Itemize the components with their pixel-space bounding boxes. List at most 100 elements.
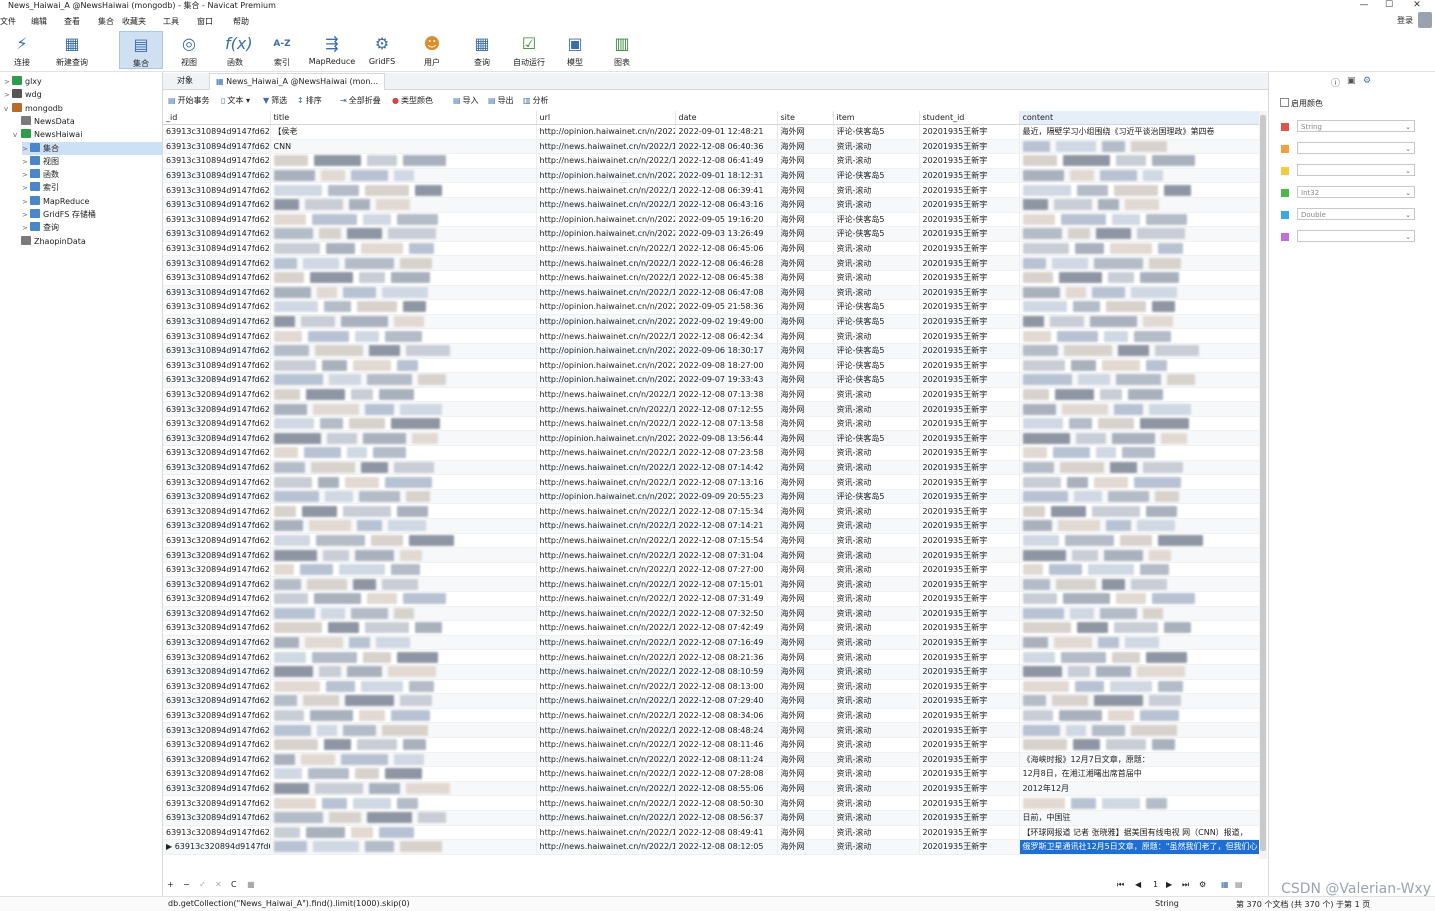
cell-site[interactable]: 海外网 (777, 708, 834, 724)
type-select[interactable]: Double ⌄ (1297, 208, 1415, 220)
cell-item[interactable]: 资讯-滚动 (833, 416, 920, 432)
cell-student-id[interactable]: 20201935王新宇 (919, 358, 1020, 374)
begin-transaction-button[interactable]: ▤ 开始事务 (168, 95, 210, 106)
cell-site[interactable]: 海外网 (777, 795, 834, 811)
cell-item[interactable]: 资讯-滚动 (833, 752, 920, 768)
cell-url[interactable]: http://news.haiwainet.cn/n/2022/12/ (536, 285, 676, 301)
cell-url[interactable]: http://news.haiwainet.cn/n/2022/12/ (536, 503, 676, 520)
cell-item[interactable]: 资讯-滚动 (833, 285, 920, 301)
table-row[interactable]: 63913c320894d9147fd62 http://news.haiwain… (163, 635, 1259, 651)
cell-title[interactable] (270, 591, 537, 607)
table-row[interactable]: 63913c310894d9147fd62 http://opinion.haiw… (163, 343, 1259, 359)
chevron-right-icon[interactable]: > (22, 156, 30, 169)
cell-title[interactable] (270, 562, 537, 578)
cell-site[interactable]: 海外网 (777, 182, 834, 198)
cell-content[interactable] (1019, 649, 1259, 665)
cell-content[interactable]: 日前，中国驻 (1019, 810, 1259, 826)
cell-url[interactable]: http://opinion.haiwainet.cn/n/2022/ (536, 489, 676, 505)
cell-title[interactable] (270, 153, 537, 169)
cell-site[interactable]: 海外网 (777, 722, 834, 738)
chevron-down-icon[interactable]: v (4, 103, 12, 116)
cell-title[interactable] (270, 328, 537, 344)
cell-student-id[interactable]: 20201935王新宇 (919, 722, 1020, 738)
cell-title[interactable] (270, 387, 537, 403)
cell-item[interactable]: 资讯-滚动 (833, 606, 920, 622)
cell-content[interactable]: 12月8日，在湘江湘曙出席首届中 (1019, 766, 1259, 782)
cell-date[interactable]: 2022-12-08 07:27:00 (675, 562, 778, 578)
cell-site[interactable]: 海外网 (777, 474, 834, 490)
cell-url[interactable]: http://news.haiwainet.cn/n/2022/12/ (536, 664, 676, 680)
cell-id[interactable]: 63913c320894d9147fd62 (163, 474, 271, 490)
cell-date[interactable]: 2022-09-03 13:26:49 (675, 226, 778, 242)
cell-url[interactable]: http://news.haiwainet.cn/n/2022/12/ (536, 737, 676, 753)
cell-item[interactable]: 评论-侠客岛5 (833, 314, 920, 330)
chevron-right-icon[interactable]: > (4, 76, 12, 89)
analysis-button[interactable]: ▥ 分析 (523, 95, 549, 106)
cell-id[interactable]: 63913c320894d9147fd62 (163, 533, 271, 549)
cell-student-id[interactable]: 20201935王新宇 (919, 401, 1020, 417)
cell-content[interactable] (1019, 197, 1259, 213)
cell-student-id[interactable]: 20201935王新宇 (919, 372, 1020, 388)
cell-title[interactable] (270, 737, 537, 753)
stop-button[interactable]: ■ (247, 880, 255, 889)
cell-site[interactable]: 海外网 (777, 153, 834, 169)
cell-student-id[interactable]: 20201935王新宇 (919, 693, 1020, 709)
cell-date[interactable]: 2022-09-05 19:16:20 (675, 212, 778, 228)
cell-item[interactable]: 评论-侠客岛5 (833, 489, 920, 505)
table-row[interactable]: 63913c310894d9147fd62 http://news.haiwain… (163, 241, 1259, 257)
cell-title[interactable] (270, 503, 537, 520)
table-row[interactable]: 63913c320894d9147fd62 http://news.haiwain… (163, 737, 1259, 753)
cell-title[interactable] (270, 168, 537, 184)
collapse-all-button[interactable]: ⇥ 全部折叠 (340, 95, 381, 106)
cell-id[interactable]: 63913c320894d9147fd62 (163, 518, 271, 534)
cell-student-id[interactable]: 20201935王新宇 (919, 781, 1020, 797)
cell-site[interactable]: 海外网 (777, 839, 834, 855)
type-select[interactable]: Int32 ⌄ (1297, 186, 1415, 198)
menu-favorites[interactable]: 收藏夹 (122, 16, 146, 27)
color-swatch[interactable] (1281, 189, 1289, 197)
cell-id[interactable]: 63913c320894d9147fd62 (163, 737, 271, 753)
cell-site[interactable]: 海外网 (777, 825, 834, 841)
cell-title[interactable] (270, 664, 537, 680)
cell-site[interactable]: 海外网 (777, 299, 834, 315)
table-row[interactable]: 63913c320894d9147fd62 http://news.haiwain… (163, 795, 1259, 811)
chevron-right-icon[interactable]: > (4, 89, 12, 102)
table-row[interactable]: 63913c320894d9147fd62 http://news.haiwain… (163, 781, 1259, 797)
cell-item[interactable]: 资讯-滚动 (833, 722, 920, 738)
cell-id[interactable]: 63913c310894d9147fd62 (163, 182, 271, 198)
tree-node[interactable]: > wdg (4, 88, 162, 101)
tab-collection[interactable]: ▦ News_Haiwai_A @NewsHaiwai (mon... (209, 73, 386, 90)
cell-url[interactable]: http://news.haiwainet.cn/n/2022/12/ (536, 679, 676, 695)
cell-item[interactable]: 资讯-滚动 (833, 839, 920, 855)
cell-date[interactable]: 2022-12-08 07:14:42 (675, 460, 778, 476)
cell-id[interactable]: 63913c310894d9147fd62 (163, 226, 271, 242)
cell-item[interactable]: 资讯-滚动 (833, 387, 920, 403)
cell-site[interactable]: 海外网 (777, 372, 834, 388)
cell-id[interactable]: 63913c320894d9147fd62 (163, 708, 271, 724)
cell-site[interactable]: 海外网 (777, 810, 834, 826)
cell-date[interactable]: 2022-12-08 07:15:54 (675, 533, 778, 549)
cell-student-id[interactable]: 20201935王新宇 (919, 752, 1020, 768)
first-page-button[interactable]: ⏮ (1117, 880, 1124, 890)
cell-content[interactable] (1019, 576, 1259, 592)
cell-url[interactable]: http://news.haiwainet.cn/n/2022/12/ (536, 562, 676, 578)
cell-item[interactable]: 资讯-滚动 (833, 693, 920, 709)
cell-id[interactable]: 63913c310894d9147fd62 (163, 328, 271, 344)
cell-date[interactable]: 2022-09-09 20:55:23 (675, 489, 778, 505)
cell-site[interactable]: 海外网 (777, 255, 834, 271)
apply-button[interactable]: ✓ (199, 880, 206, 889)
cell-item[interactable]: 评论-侠客岛5 (833, 372, 920, 388)
cell-id[interactable]: 63913c320894d9147fd62 (163, 547, 271, 563)
cell-site[interactable]: 海外网 (777, 606, 834, 622)
cell-date[interactable]: 2022-09-01 12:48:21 (675, 124, 778, 140)
cell-url[interactable]: http://news.haiwainet.cn/n/2022/12/ (536, 722, 676, 738)
cell-student-id[interactable]: 20201935王新宇 (919, 416, 1020, 432)
cell-content[interactable] (1019, 445, 1259, 461)
cell-content[interactable]: 2012年12月 (1019, 781, 1259, 797)
cell-title[interactable] (270, 372, 537, 388)
gridfs-button[interactable]: ⚙ GridFS (360, 31, 404, 69)
cell-url[interactable]: http://news.haiwainet.cn/n/2022/12/ (536, 182, 676, 198)
cell-title[interactable] (270, 518, 537, 534)
table-row[interactable]: 63913c320894d9147fd62 http://news.haiwain… (163, 649, 1259, 665)
cell-id[interactable]: 63913c310894d9147fd62 (163, 212, 271, 228)
